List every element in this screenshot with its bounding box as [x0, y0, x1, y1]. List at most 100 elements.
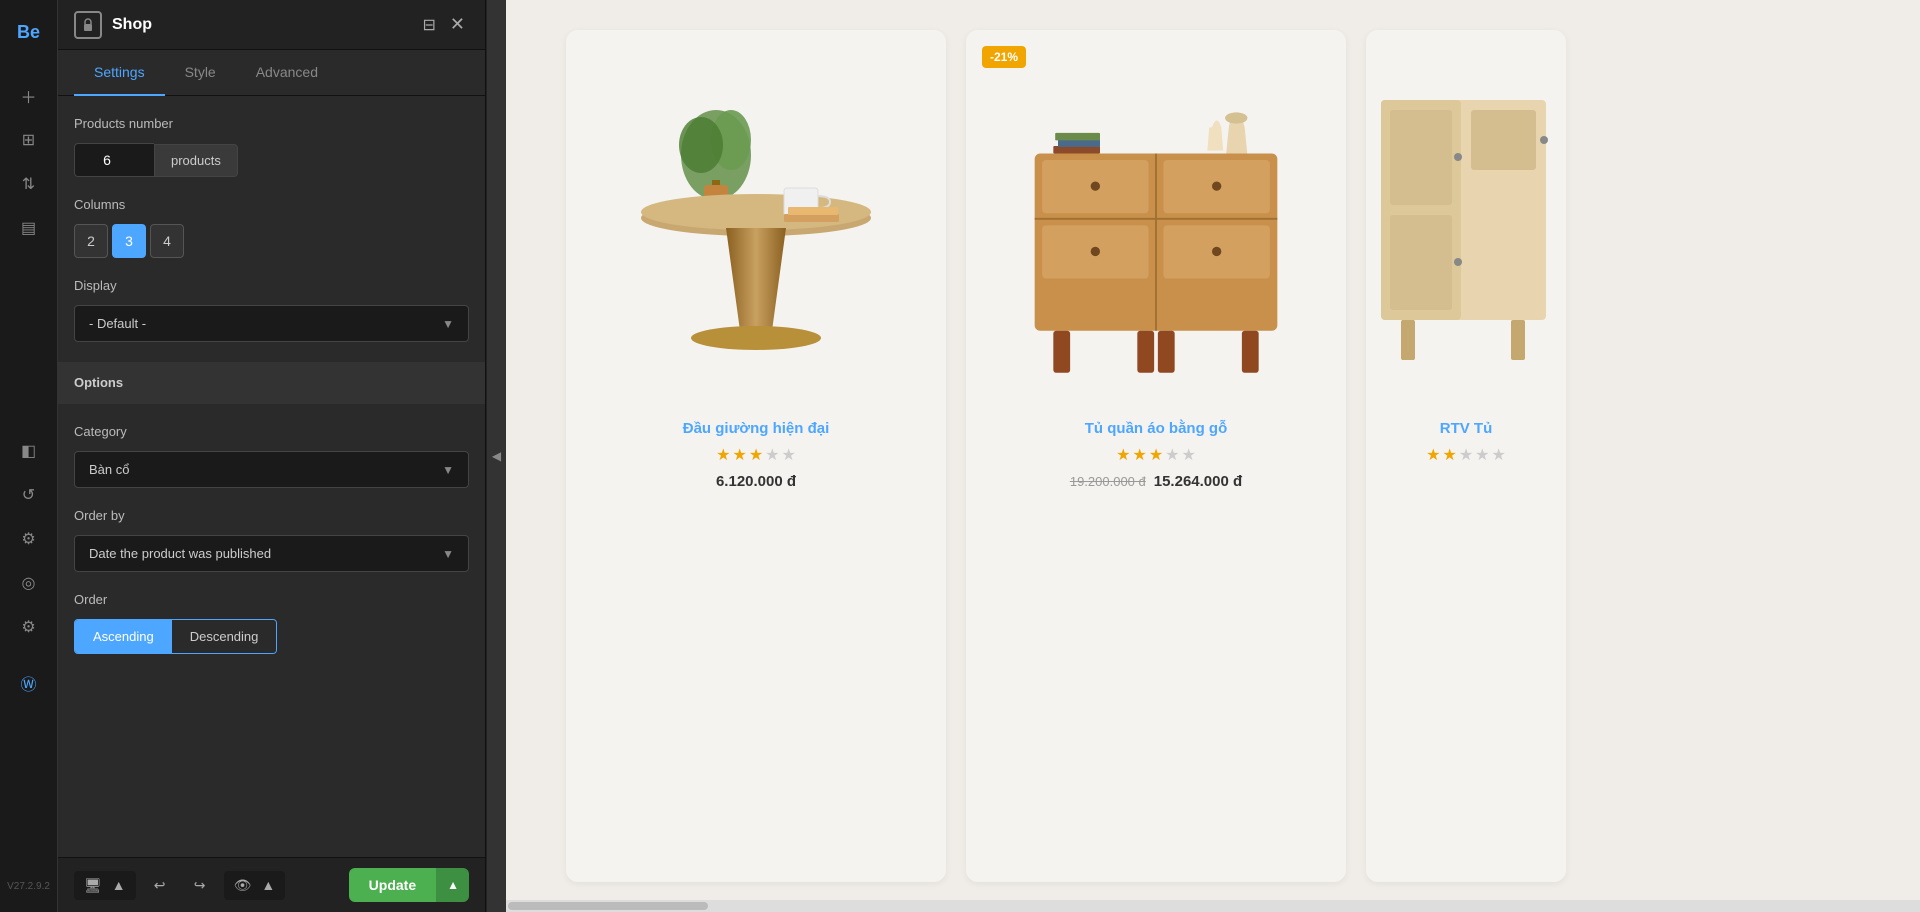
star-4: ★ [1475, 445, 1489, 465]
order-by-value: Date the product was published [89, 546, 271, 561]
panel-title: Shop [112, 16, 409, 34]
star-2: ★ [1132, 445, 1146, 465]
desktop-device-button[interactable]: 🖥 [80, 873, 106, 898]
products-number-row: products [74, 143, 469, 177]
options-label: Options [74, 375, 123, 390]
product-image-3 [1326, 60, 1606, 400]
star-2: ★ [1442, 445, 1456, 465]
layout-icon[interactable]: ▤ [9, 208, 49, 248]
globe-icon[interactable]: ◎ [9, 563, 49, 603]
display-value: - Default - [89, 316, 146, 331]
price-row-1: 6.120.000 đ [716, 473, 796, 490]
version-text: V27.2.9.2 [7, 881, 50, 900]
category-section: Category Bàn cổ ▼ [74, 424, 469, 488]
order-by-chevron-icon: ▼ [442, 547, 454, 561]
preview-button[interactable]: 👁 [230, 873, 256, 898]
columns-3-button[interactable]: 3 [112, 224, 146, 258]
tabs-bar: Settings Style Advanced [58, 50, 485, 96]
layout-toggle-button[interactable]: ⊟ [419, 11, 440, 39]
preview-group: 👁 ▲ [224, 871, 286, 900]
product-name-1[interactable]: Đầu giường hiện đại [683, 420, 830, 437]
wp-icon[interactable]: Ⓦ [9, 663, 49, 703]
panel-footer: 🖥 ▲ ↩ ↪ 👁 ▲ Update ▲ [58, 857, 485, 912]
order-by-dropdown[interactable]: Date the product was published ▼ [74, 535, 469, 572]
device-up-button[interactable]: ▲ [108, 873, 130, 897]
products-number-label: Products number [74, 116, 469, 131]
star-1: ★ [716, 445, 730, 465]
price-row-2: 19.200.000 đ 15.264.000 đ [1070, 473, 1242, 490]
columns-buttons: 2 3 4 [74, 224, 469, 258]
columns-label: Columns [74, 197, 469, 212]
undo-button[interactable]: ↩ [144, 869, 176, 901]
panel-header-actions: ⊟ ✕ [419, 10, 470, 39]
left-sidebar: Be ＋ ⊞ ⇅ ▤ ◧ ↺ ⚙ ◎ ⚙ Ⓦ V27.2.9.2 [0, 0, 58, 912]
order-buttons: Ascending Descending [74, 619, 277, 654]
category-chevron-icon: ▼ [442, 463, 454, 477]
products-number-input[interactable] [74, 143, 154, 177]
display-label: Display [74, 278, 469, 293]
order-section: Order Ascending Descending [74, 592, 469, 654]
category-label: Category [74, 424, 469, 439]
add-icon[interactable]: ＋ [9, 76, 49, 116]
display-dropdown[interactable]: - Default - ▼ [74, 305, 469, 342]
main-content: Đầu giường hiện đại ★ ★ ★ ★ ★ 6.120.000 … [506, 0, 1920, 912]
gear-icon[interactable]: ⚙ [9, 607, 49, 647]
product-image-2 [1016, 60, 1296, 400]
update-arrow-button[interactable]: ▲ [436, 868, 469, 902]
star-4: ★ [765, 445, 779, 465]
panel-collapse-arrow[interactable]: ◀ [486, 0, 506, 912]
order-descending-button[interactable]: Descending [172, 620, 277, 653]
display-chevron-icon: ▼ [442, 317, 454, 331]
options-section-header: Options [58, 362, 485, 404]
star-3: ★ [749, 445, 763, 465]
order-ascending-button[interactable]: Ascending [75, 620, 172, 653]
columns-4-button[interactable]: 4 [150, 224, 184, 258]
update-button[interactable]: Update [349, 868, 436, 902]
star-5: ★ [1182, 445, 1196, 465]
price-1: 6.120.000 đ [716, 473, 796, 490]
star-3: ★ [1459, 445, 1473, 465]
tab-advanced[interactable]: Advanced [236, 50, 338, 96]
arrows-icon[interactable]: ⇅ [9, 164, 49, 204]
star-5: ★ [1492, 445, 1506, 465]
discount-badge-2: -21% [982, 46, 1026, 68]
columns-2-button[interactable]: 2 [74, 224, 108, 258]
products-grid: Đầu giường hiện đại ★ ★ ★ ★ ★ 6.120.000 … [506, 0, 1920, 912]
refresh-icon[interactable]: ↺ [9, 475, 49, 515]
star-1: ★ [1116, 445, 1130, 465]
category-dropdown[interactable]: Bàn cổ ▼ [74, 451, 469, 488]
sliders-icon[interactable]: ⚙ [9, 519, 49, 559]
horizontal-scrollbar[interactable] [506, 900, 1920, 912]
columns-section: Columns 2 3 4 [74, 197, 469, 258]
products-badge: products [154, 144, 238, 177]
tab-style[interactable]: Style [165, 50, 236, 96]
price-old-2: 19.200.000 đ [1070, 474, 1146, 489]
category-value: Bàn cổ [89, 462, 129, 477]
logo-icon[interactable]: Be [9, 12, 49, 52]
tab-settings[interactable]: Settings [74, 50, 165, 96]
product-stars-3: ★ ★ ★ ★ ★ [1426, 445, 1506, 465]
panel-body: Products number products Columns 2 3 4 D… [58, 96, 485, 857]
product-image-1 [616, 60, 896, 400]
star-3: ★ [1149, 445, 1163, 465]
product-name-2[interactable]: Tủ quần áo bằng gỗ [1085, 420, 1228, 437]
layers-icon[interactable]: ◧ [9, 431, 49, 471]
preview-up-button[interactable]: ▲ [257, 873, 279, 897]
order-by-label: Order by [74, 508, 469, 523]
product-card-3: RTV Tủ ★ ★ ★ ★ ★ [1366, 30, 1566, 882]
scrollbar-thumb[interactable] [508, 902, 708, 910]
settings-panel: Shop ⊟ ✕ Settings Style Advanced Product… [58, 0, 486, 912]
star-2: ★ [732, 445, 746, 465]
display-section: Display - Default - ▼ [74, 278, 469, 342]
redo-button[interactable]: ↪ [184, 869, 216, 901]
panel-close-button[interactable]: ✕ [446, 10, 469, 39]
update-button-group: Update ▲ [349, 868, 469, 902]
product-name-3[interactable]: RTV Tủ [1440, 420, 1493, 437]
panel-lock-icon [74, 11, 102, 39]
star-1: ★ [1426, 445, 1440, 465]
star-4: ★ [1165, 445, 1179, 465]
device-group: 🖥 ▲ [74, 871, 136, 900]
product-card-2: -21% [966, 30, 1346, 882]
chart-icon[interactable]: ⊞ [9, 120, 49, 160]
price-new-2: 15.264.000 đ [1154, 473, 1242, 490]
